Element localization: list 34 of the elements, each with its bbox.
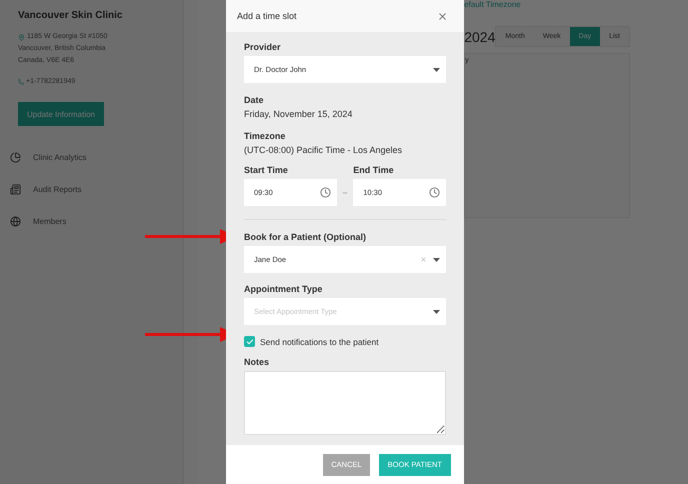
field-label: Timezone <box>244 131 286 141</box>
clock-icon <box>429 187 440 198</box>
field-label: Date <box>244 95 265 105</box>
field-label: Book for a Patient (Optional) <box>244 232 368 242</box>
globe-icon <box>10 216 21 226</box>
field-label: Start Time <box>244 165 289 175</box>
calendar-title: 2024 <box>464 28 496 44</box>
dialog-title: Add a time slot <box>237 11 297 21</box>
caret-icon <box>433 68 440 72</box>
clock-icon <box>320 187 331 198</box>
field-label: Appointment Type <box>244 284 324 294</box>
close-icon[interactable] <box>437 10 448 22</box>
pie-chart-icon <box>10 152 21 162</box>
field-label: Provider <box>244 42 282 52</box>
timezone-link[interactable]: efault Timezone <box>464 0 521 9</box>
menu-item[interactable]: Clinic Analytics <box>33 152 86 162</box>
timezone-value: (UTC-08:00) Pacific Time - Los Angeles <box>244 145 404 155</box>
field-label: End Time <box>353 165 395 175</box>
caret-icon <box>433 258 440 262</box>
pin-icon <box>18 34 25 40</box>
report-icon <box>10 184 21 194</box>
clear-icon[interactable] <box>420 256 427 263</box>
clinic-name: Vancouver Skin Clinic <box>18 10 124 21</box>
checkbox-label: Send notifications to the patient <box>260 336 379 346</box>
notify-checkbox[interactable] <box>244 336 255 347</box>
time-separator: – <box>342 188 348 197</box>
notes-field[interactable] <box>244 371 446 435</box>
caret-icon <box>433 310 440 314</box>
menu-item[interactable]: Audit Reports <box>33 184 82 194</box>
field-label: Notes <box>244 357 270 367</box>
phone-icon <box>18 79 24 85</box>
menu-item[interactable]: Members <box>33 216 66 226</box>
update-information-button[interactable]: Update Information <box>18 102 104 126</box>
date-value: Friday, November 15, 2024 <box>244 109 354 119</box>
